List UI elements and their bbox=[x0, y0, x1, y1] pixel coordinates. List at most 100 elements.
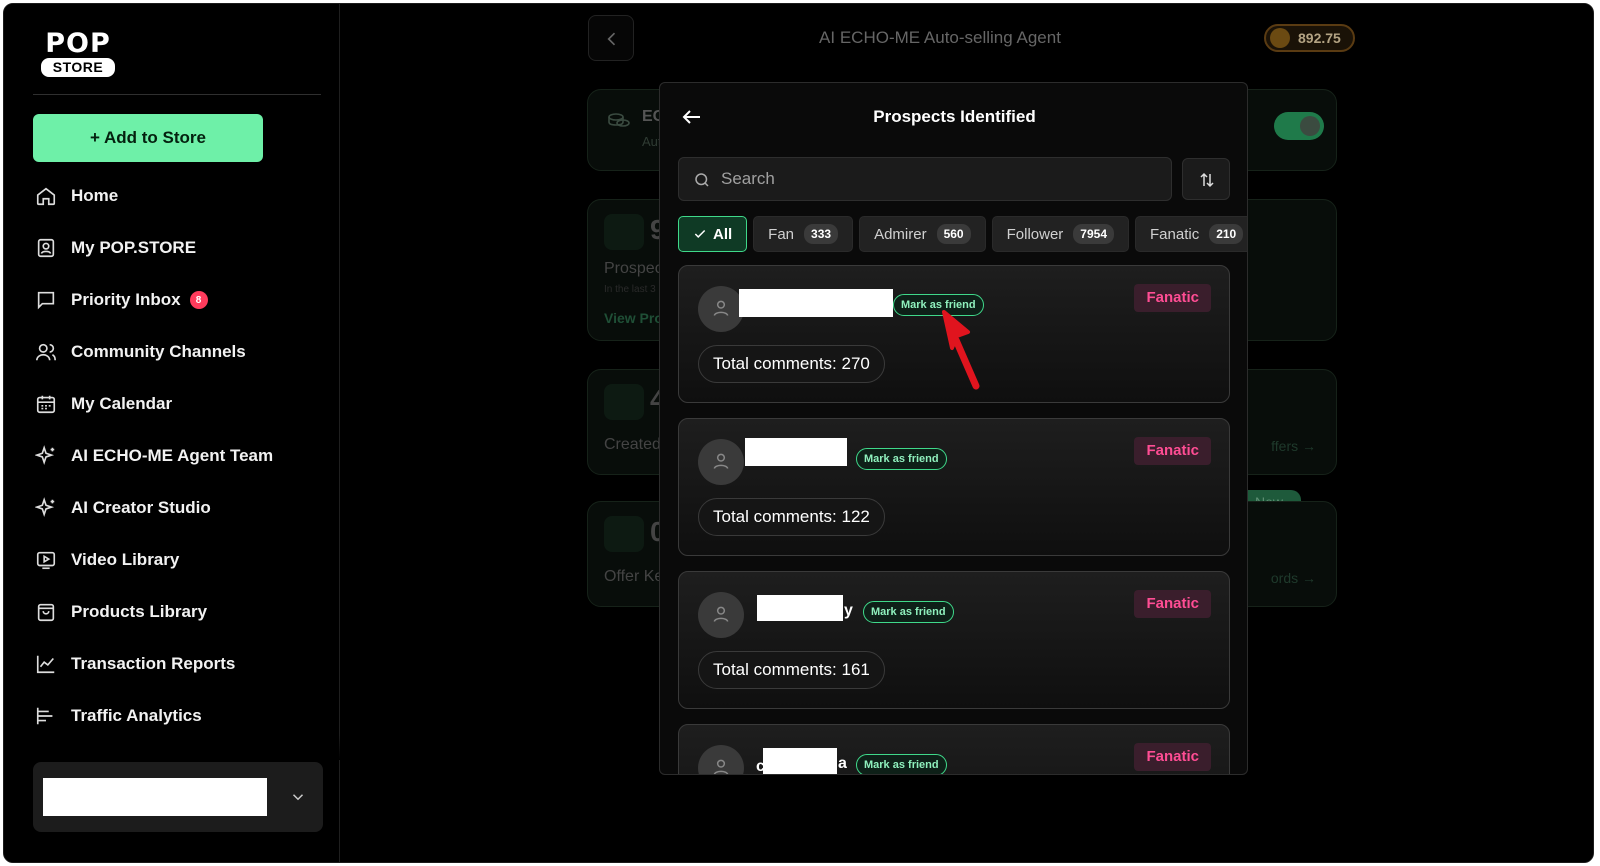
sidebar-item-transaction-reports[interactable]: Transaction Reports bbox=[33, 638, 323, 690]
coin-icon bbox=[1270, 28, 1290, 48]
sidebar-item-my-calendar[interactable]: My Calendar bbox=[33, 378, 323, 430]
filter-chip-all[interactable]: All bbox=[678, 216, 748, 252]
sort-button[interactable] bbox=[1182, 158, 1230, 200]
account-switcher[interactable] bbox=[33, 762, 323, 832]
total-comments: Total comments: 270 bbox=[698, 345, 885, 383]
stat-label: Created bbox=[604, 436, 661, 453]
sidebar-item-products-library[interactable]: Products Library bbox=[33, 586, 323, 638]
coins-icon bbox=[608, 113, 630, 127]
logo-store-text: STORE bbox=[41, 58, 115, 77]
user-icon bbox=[713, 300, 729, 316]
fanatic-tag: Fanatic bbox=[1134, 437, 1211, 465]
bag-icon bbox=[37, 603, 55, 622]
chip-label: Admirer bbox=[874, 225, 927, 243]
user-icon bbox=[713, 759, 729, 774]
sidebar-item-community-channels[interactable]: Community Channels bbox=[33, 326, 323, 378]
prospect-name-tail: y bbox=[844, 602, 853, 619]
stat-sublabel: In the last 3 bbox=[604, 284, 656, 295]
chip-count: 7954 bbox=[1073, 224, 1114, 244]
sidebar-item-video-library[interactable]: Video Library bbox=[33, 534, 323, 586]
page-title: AI ECHO-ME Auto-selling Agent bbox=[819, 28, 1061, 47]
avatar bbox=[698, 745, 744, 774]
chip-label: Fan bbox=[768, 225, 795, 243]
annotation-arrow-icon bbox=[942, 310, 980, 390]
sidebar-item-label: Priority Inbox bbox=[71, 290, 181, 309]
sparkle-icon bbox=[35, 497, 55, 518]
chat-icon bbox=[37, 291, 55, 310]
avatar bbox=[698, 439, 744, 485]
sidebar-nav: Home My POP.STORE Priority Inbox 8 Commu… bbox=[33, 170, 323, 742]
redacted-prospect-name bbox=[739, 289, 893, 317]
filter-chip-follower[interactable]: Follower 7954 bbox=[991, 216, 1129, 252]
mark-as-friend-button[interactable]: Mark as friend bbox=[856, 754, 947, 774]
prospect-card[interactable]: y Mark as friend Fanatic Total comments:… bbox=[678, 571, 1230, 709]
chip-count: 560 bbox=[936, 224, 971, 244]
text-icon bbox=[604, 516, 644, 552]
inbox-count-badge: 8 bbox=[189, 291, 208, 309]
logo-pop-text: POP bbox=[45, 28, 111, 59]
sidebar-item-label: AI ECHO-ME Agent Team bbox=[71, 446, 274, 465]
app-window: POP STORE + Add to Store Home My POP.STO… bbox=[3, 3, 1594, 863]
filter-chip-fanatic[interactable]: Fanatic 210 bbox=[1135, 216, 1247, 252]
sidebar-divider bbox=[33, 94, 321, 95]
sidebar-item-label: Products Library bbox=[71, 602, 208, 621]
fanatic-tag: Fanatic bbox=[1134, 590, 1211, 618]
filter-chip-fan[interactable]: Fan 333 bbox=[753, 216, 854, 252]
total-comments: Total comments: 161 bbox=[698, 651, 885, 689]
coin-balance[interactable]: 892.75 bbox=[1264, 24, 1355, 52]
search-input[interactable] bbox=[721, 158, 1161, 200]
prospect-card[interactable]: Mark as friend Fanatic Total comments: 1… bbox=[678, 418, 1230, 556]
store-profile-icon bbox=[37, 238, 55, 258]
offers-link[interactable]: ffers → bbox=[1271, 438, 1316, 454]
redacted-prospect-name bbox=[757, 595, 843, 621]
modal-title: Prospects Identified bbox=[873, 107, 1036, 126]
calendar-icon bbox=[36, 395, 56, 414]
fanatic-tag: Fanatic bbox=[1134, 743, 1211, 771]
sidebar-item-ai-echo-me-agent-team[interactable]: AI ECHO-ME Agent Team bbox=[33, 430, 323, 482]
user-icon bbox=[713, 606, 729, 622]
user-icon bbox=[713, 453, 729, 469]
chip-label: Fanatic bbox=[1150, 225, 1200, 243]
sidebar-item-label: Transaction Reports bbox=[71, 654, 236, 673]
chip-label: Follower bbox=[1006, 225, 1064, 243]
sidebar-item-priority-inbox[interactable]: Priority Inbox 8 bbox=[33, 274, 323, 326]
analytics-icon bbox=[36, 707, 53, 725]
redacted-prospect-name bbox=[763, 748, 837, 774]
chart-icon bbox=[36, 655, 55, 674]
pop-store-logo[interactable]: POP STORE bbox=[40, 28, 116, 77]
sidebar-item-label: Video Library bbox=[71, 550, 180, 569]
page-back-button[interactable] bbox=[588, 15, 634, 61]
redacted-prospect-name bbox=[745, 438, 847, 466]
mark-as-friend-button[interactable]: Mark as friend bbox=[863, 601, 954, 623]
sidebar-item-label: My POP.STORE bbox=[71, 238, 197, 257]
chevron-down-icon bbox=[292, 794, 304, 801]
home-icon bbox=[36, 187, 56, 206]
prospect-card[interactable]: c a Mark as friend Fanatic bbox=[678, 724, 1230, 774]
users-icon bbox=[604, 214, 644, 250]
video-icon bbox=[36, 551, 56, 570]
sparkle-icon bbox=[35, 445, 55, 466]
chip-count: 333 bbox=[804, 224, 839, 244]
search-icon bbox=[695, 173, 709, 187]
sidebar-item-ai-creator-studio[interactable]: AI Creator Studio bbox=[33, 482, 323, 534]
balance-value: 892.75 bbox=[1298, 30, 1341, 46]
chip-label: All bbox=[713, 225, 733, 243]
sidebar-item-home[interactable]: Home bbox=[33, 170, 323, 222]
agent-toggle[interactable] bbox=[1274, 112, 1324, 140]
sidebar-item-label: Community Channels bbox=[71, 342, 246, 361]
chip-count: 210 bbox=[1209, 224, 1244, 244]
filter-chips: All Fan 333 Admirer 560 Follower 7954 Fa… bbox=[678, 216, 1247, 252]
nav-scroll-fade bbox=[4, 734, 340, 760]
sidebar-item-label: AI Creator Studio bbox=[71, 498, 211, 517]
stat-label: Prospect bbox=[604, 260, 668, 277]
mark-as-friend-button[interactable]: Mark as friend bbox=[856, 448, 947, 470]
sidebar-item-label: Traffic Analytics bbox=[71, 706, 202, 725]
sidebar-item-my-pop-store[interactable]: My POP.STORE bbox=[33, 222, 323, 274]
total-comments: Total comments: 122 bbox=[698, 498, 885, 536]
stat-label: Offer Ke bbox=[604, 568, 664, 585]
filter-chip-admirer[interactable]: Admirer 560 bbox=[859, 216, 986, 252]
keywords-link[interactable]: ords → bbox=[1271, 570, 1316, 586]
fanatic-tag: Fanatic bbox=[1134, 284, 1211, 312]
add-to-store-button[interactable]: + Add to Store bbox=[33, 114, 263, 162]
search-box bbox=[678, 157, 1172, 201]
